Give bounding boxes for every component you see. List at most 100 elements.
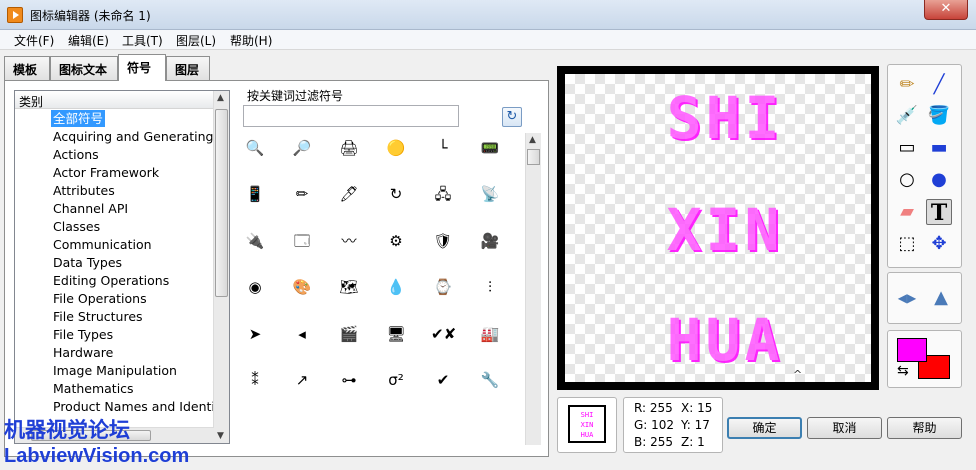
- category-item[interactable]: Data Types: [53, 254, 122, 271]
- symbol-item[interactable]: ◉: [243, 276, 267, 298]
- move-tool-icon[interactable]: ✥: [926, 231, 952, 257]
- symbol-item[interactable]: 🏭: [478, 323, 502, 345]
- close-button[interactable]: ✕: [924, 0, 968, 20]
- filled-rectangle-tool-icon[interactable]: ▬: [926, 135, 952, 161]
- menu-help[interactable]: 帮助(H): [228, 32, 274, 49]
- category-item[interactable]: Actor Framework: [53, 164, 159, 181]
- pencil-tool-icon[interactable]: ✏: [894, 72, 920, 98]
- symbol-item[interactable]: ✔: [431, 369, 455, 391]
- red-value: R: 255: [634, 401, 673, 415]
- category-item[interactable]: 全部符号: [51, 110, 106, 127]
- foreground-color-swatch[interactable]: [897, 338, 927, 362]
- symbol-item[interactable]: ⚙: [384, 230, 408, 252]
- line-tool-icon[interactable]: ╱: [926, 72, 952, 98]
- category-vertical-scrollbar[interactable]: ▲ ▼: [213, 91, 229, 443]
- symbol-item[interactable]: 🔍: [243, 137, 267, 159]
- menu-file[interactable]: 文件(F): [12, 32, 56, 49]
- symbol-item[interactable]: 🔌: [243, 230, 267, 252]
- category-item[interactable]: Actions: [53, 146, 99, 163]
- symbol-item[interactable]: σ²: [384, 369, 408, 391]
- tab-templates[interactable]: 模板: [4, 56, 50, 80]
- category-header: 类别: [15, 91, 214, 109]
- symbol-item[interactable]: 🖥: [384, 323, 408, 345]
- symbol-item[interactable]: 🟡: [384, 137, 408, 159]
- category-item[interactable]: File Operations: [53, 290, 147, 307]
- symbol-item[interactable]: 📱: [243, 183, 267, 205]
- symbol-item[interactable]: └: [431, 137, 455, 159]
- category-item[interactable]: Editing Operations: [53, 272, 169, 289]
- flip-vertical-icon[interactable]: ▲: [928, 285, 954, 311]
- category-item[interactable]: Image Manipulation: [53, 362, 177, 379]
- symbol-item[interactable]: ↻: [384, 183, 408, 205]
- tab-icon-text[interactable]: 图标文本: [50, 56, 118, 80]
- flip-horizontal-icon[interactable]: ◀▶: [894, 285, 920, 311]
- symbol-grid: 🔍 🔎 🖨 🟡 └ 📟 📱 ✏ 🖊 ↻ 🖧 📡 🔌 🗔 〰 ⚙ 🛡 🎥 ◉ 🎨 …: [237, 133, 527, 438]
- symbol-item[interactable]: ⌚: [431, 276, 455, 298]
- symbol-item[interactable]: 🖧: [431, 183, 455, 205]
- swap-colors-icon[interactable]: ⇆: [897, 363, 909, 379]
- eraser-tool-icon[interactable]: ▰: [894, 199, 920, 225]
- symbol-item[interactable]: ⫶: [478, 276, 502, 298]
- refresh-button[interactable]: ↻: [502, 107, 522, 127]
- symbol-item[interactable]: 🎥: [478, 230, 502, 252]
- symbol-item[interactable]: 🗔: [290, 230, 314, 252]
- scroll-thumb[interactable]: [527, 149, 540, 165]
- symbol-item[interactable]: 🔎: [290, 137, 314, 159]
- tab-glyphs[interactable]: 符号: [118, 54, 166, 81]
- symbol-grid-scrollbar[interactable]: ▲: [525, 133, 541, 445]
- scroll-up-icon[interactable]: ▲: [529, 135, 536, 145]
- rectangle-tool-icon[interactable]: ▭: [894, 135, 920, 161]
- symbol-item[interactable]: ◂: [290, 323, 314, 345]
- category-item[interactable]: Communication: [53, 236, 152, 253]
- symbol-item[interactable]: ⊶: [337, 369, 361, 391]
- symbol-item[interactable]: 〰: [337, 230, 361, 252]
- symbol-item[interactable]: ➤: [243, 323, 267, 345]
- filled-ellipse-tool-icon[interactable]: ●: [926, 167, 952, 193]
- symbol-item[interactable]: 🎬: [337, 323, 361, 345]
- help-button[interactable]: 帮助: [887, 417, 962, 439]
- cancel-button[interactable]: 取消: [807, 417, 882, 439]
- symbol-item[interactable]: 🎨: [290, 276, 314, 298]
- select-tool-icon[interactable]: ⬚: [894, 231, 920, 257]
- scroll-thumb[interactable]: [215, 109, 228, 297]
- category-item[interactable]: Hardware: [53, 344, 113, 361]
- category-item[interactable]: File Types: [53, 326, 113, 343]
- symbol-item[interactable]: 📟: [478, 137, 502, 159]
- category-item[interactable]: Mathematics: [53, 380, 134, 397]
- symbol-item[interactable]: ↗: [290, 369, 314, 391]
- symbol-item[interactable]: 🖊: [337, 183, 361, 205]
- category-item[interactable]: File Structures: [53, 308, 143, 325]
- filter-input[interactable]: [243, 105, 459, 127]
- scroll-down-icon[interactable]: ▼: [217, 431, 224, 441]
- blue-value: B: 255: [634, 435, 673, 449]
- tab-layers[interactable]: 图层: [166, 56, 210, 80]
- category-item[interactable]: Attributes: [53, 182, 115, 199]
- symbol-item[interactable]: ⁑: [243, 369, 267, 391]
- menu-layers[interactable]: 图层(L): [174, 32, 218, 49]
- color-selector: ⇆: [887, 330, 962, 388]
- symbol-item[interactable]: 🔧: [478, 369, 502, 391]
- category-item[interactable]: Classes: [53, 218, 100, 235]
- symbol-item[interactable]: 📡: [478, 183, 502, 205]
- flip-palette: ◀▶ ▲: [887, 272, 962, 324]
- symbol-item[interactable]: 🛡: [431, 230, 455, 252]
- symbol-item[interactable]: 🖨: [337, 137, 361, 159]
- icon-canvas[interactable]: SHI XIN HUA ^: [565, 74, 871, 382]
- menu-tools[interactable]: 工具(T): [120, 32, 165, 49]
- symbol-item[interactable]: ✏: [290, 183, 314, 205]
- category-item[interactable]: Acquiring and Generating D: [53, 128, 227, 145]
- symbol-item[interactable]: 🗺: [337, 276, 361, 298]
- ok-button[interactable]: 确定: [727, 417, 802, 439]
- symbol-item[interactable]: ✔✘: [431, 323, 456, 345]
- symbol-item[interactable]: 💧: [384, 276, 408, 298]
- dropper-tool-icon[interactable]: 💉: [894, 103, 920, 129]
- menu-edit[interactable]: 编辑(E): [66, 32, 111, 49]
- category-tree[interactable]: 类别 全部符号 Acquiring and Generating D Actio…: [14, 90, 230, 444]
- fill-tool-icon[interactable]: 🪣: [926, 103, 952, 129]
- category-item[interactable]: Product Names and Identif: [53, 398, 219, 415]
- ellipse-tool-icon[interactable]: ○: [894, 167, 920, 193]
- text-tool-icon[interactable]: T: [926, 199, 952, 226]
- scroll-up-icon[interactable]: ▲: [217, 93, 224, 103]
- z-value: Z: 1: [681, 435, 705, 449]
- category-item[interactable]: Channel API: [53, 200, 128, 217]
